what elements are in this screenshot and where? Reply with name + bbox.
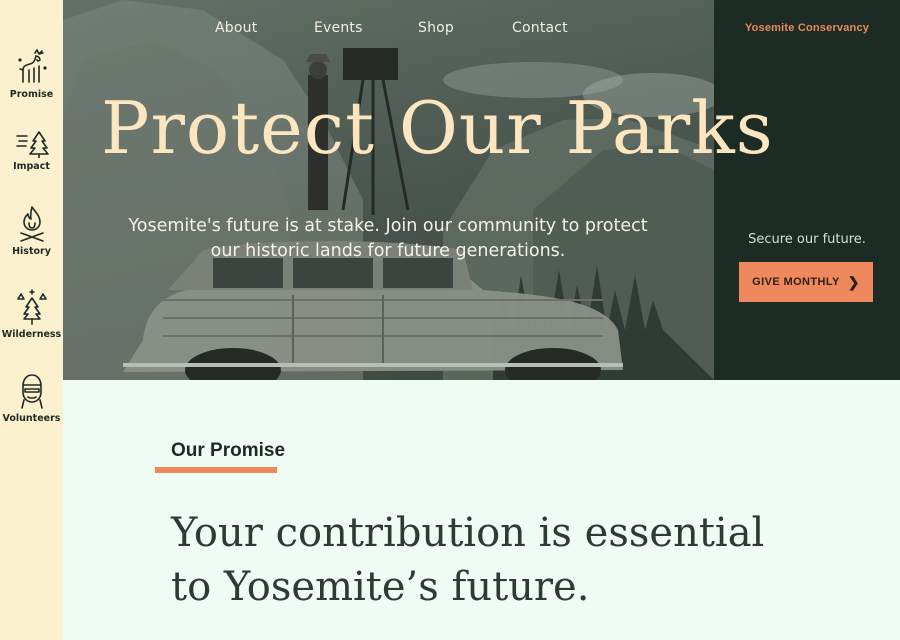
- donate-panel: Yosemite Conservancy Secure our future. …: [714, 0, 900, 380]
- give-monthly-button[interactable]: GIVE MONTHLY ❯: [739, 262, 873, 302]
- sidebar-item-wilderness[interactable]: Wilderness: [0, 288, 63, 340]
- pine-trees-icon: [16, 289, 47, 325]
- give-monthly-label: GIVE MONTHLY: [752, 276, 840, 288]
- hero-photo: [63, 0, 714, 380]
- secure-tagline: Secure our future.: [748, 232, 866, 247]
- sidebar: Promise Impact History Wilderness Volunt…: [0, 0, 63, 640]
- sidebar-item-impact[interactable]: Impact: [0, 130, 63, 172]
- nav-link-contact[interactable]: Contact: [512, 20, 568, 36]
- nav-link-about[interactable]: About: [215, 20, 257, 36]
- sidebar-item-label: History: [12, 246, 51, 257]
- section-underline: [155, 467, 277, 473]
- sidebar-item-history[interactable]: History: [0, 203, 63, 257]
- top-navigation: About Events Shop Contact: [63, 20, 714, 40]
- section-label: Our Promise: [171, 440, 286, 461]
- nav-link-shop[interactable]: Shop: [418, 20, 454, 36]
- deer-icon: [17, 49, 47, 83]
- tree-wind-icon: [15, 131, 49, 158]
- sidebar-item-label: Volunteers: [2, 413, 61, 424]
- volunteer-person-icon: [20, 374, 43, 409]
- sidebar-item-label: Wilderness: [1, 329, 62, 340]
- brand-name[interactable]: Yosemite Conservancy: [714, 22, 900, 34]
- campfire-icon: [19, 206, 44, 242]
- hero-banner: About Events Shop Contact Yosemite's fut…: [63, 0, 714, 380]
- sidebar-item-label: Impact: [13, 161, 50, 172]
- promise-headline: Your contribution is essential to Yosemi…: [171, 510, 765, 610]
- nav-link-events[interactable]: Events: [314, 20, 363, 36]
- sidebar-item-label: Promise: [9, 89, 54, 100]
- chevron-right-icon: ❯: [847, 273, 860, 290]
- hero-subtitle: Yosemite's future is at stake. Join our …: [128, 216, 648, 261]
- sidebar-item-promise[interactable]: Promise: [0, 46, 63, 100]
- sidebar-item-volunteers[interactable]: Volunteers: [0, 372, 63, 424]
